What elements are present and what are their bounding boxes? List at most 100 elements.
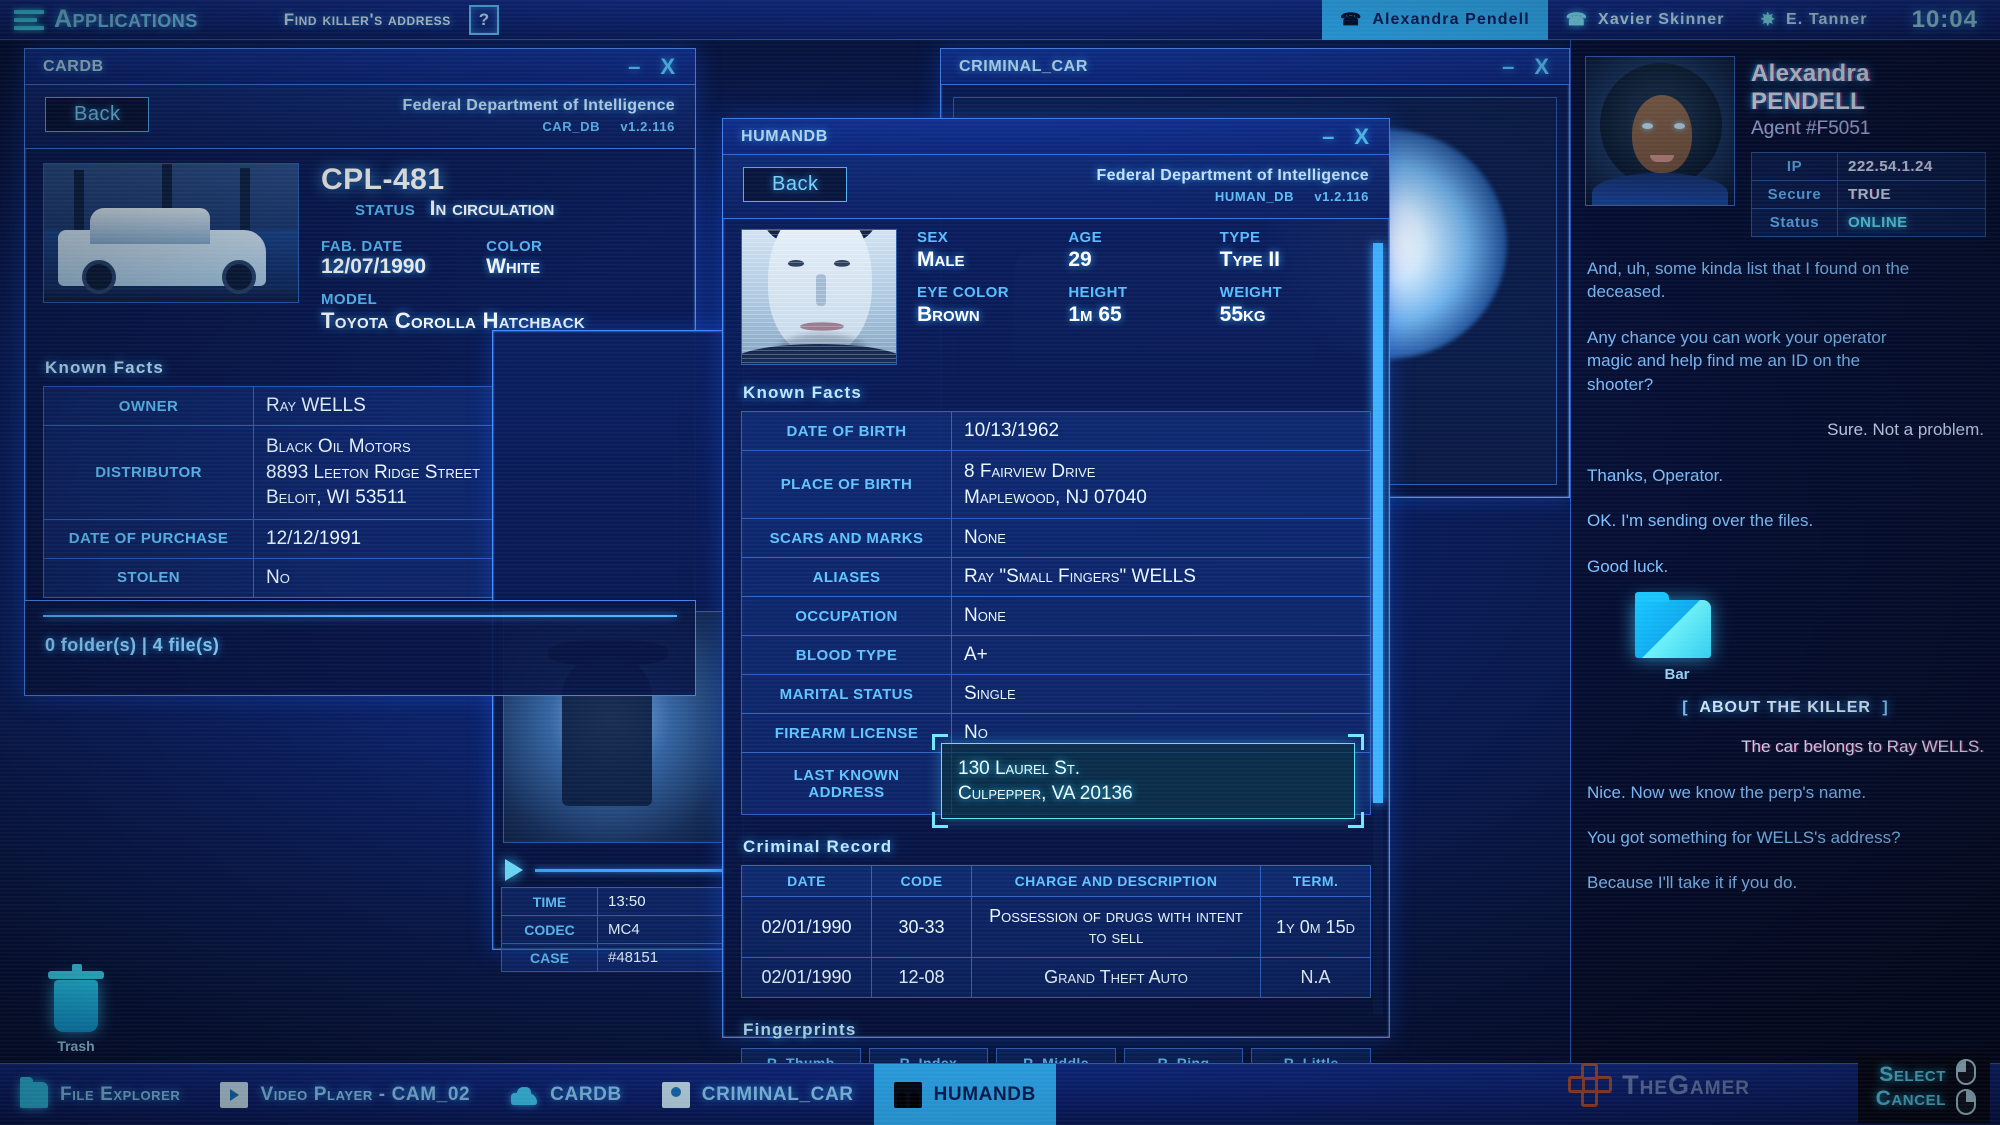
taskbar-item-criminal-car[interactable]: CRIMINAL_CAR [642, 1064, 874, 1125]
attachment-label: Bar [1664, 666, 1690, 684]
status-block: Status In circulation [355, 197, 554, 221]
fact-key: Date of birth [741, 411, 952, 451]
record-code: 30-33 [871, 896, 972, 959]
watermark-text: TheGamer [1622, 1069, 1750, 1100]
play-icon[interactable] [505, 859, 523, 881]
address-line-2: Culpepper, VA 20136 [958, 783, 1133, 805]
avatar-mouth [1650, 155, 1674, 162]
fact-key: Occupation [741, 596, 952, 637]
minimize-button[interactable]: – [1502, 55, 1514, 78]
taskbar-item-file-explorer[interactable]: File Explorer [0, 1064, 200, 1125]
plate-number: CPL-481 [321, 163, 445, 196]
window-titlebar[interactable]: CARDB – X [25, 49, 695, 85]
window-titlebar[interactable]: HUMANDB – X [723, 119, 1389, 155]
org-name: Federal Department of Intelligence [1096, 167, 1369, 184]
taskbar-item-label: File Explorer [60, 1083, 181, 1105]
highlight-corner [932, 812, 948, 829]
menu-icon[interactable] [14, 9, 44, 30]
help-button[interactable]: ? [468, 4, 499, 35]
table-row: Blood type A+ [741, 635, 1371, 676]
record-charge: Possession of drugs with intent to sell [971, 896, 1261, 959]
car-date-color: Fab. date 12/07/1990 Color White [321, 238, 677, 279]
fact-value: 8 Fairview Drive Maplewood, NJ 07040 [951, 449, 1371, 520]
humandb-window[interactable]: HUMANDB – X Back Federal Department of I… [722, 118, 1390, 1079]
trash-label: Trash [57, 1038, 95, 1054]
taskbar-item-video-player[interactable]: Video Player - CAM_02 [200, 1064, 490, 1125]
table-header-row: Date Code Charge and description Term. [741, 865, 1371, 898]
car-meta: CPL-481 Status In circulation Fab. date … [321, 163, 677, 334]
back-button[interactable]: Back [45, 97, 150, 132]
taskbar-item-cardb[interactable]: CARDB [490, 1064, 642, 1125]
select-prompt-label: Select [1879, 1063, 1946, 1087]
input-prompts: Select Cancel [1857, 1053, 1990, 1123]
contact-xavier-skinner[interactable]: ☎ Xavier Skinner [1548, 0, 1743, 40]
top-bar: Applications Find killer's address ? ☎ A… [0, 0, 2000, 40]
chat-message: You got something for WELLS's address? [1587, 827, 1901, 847]
last-known-address-highlight[interactable]: 130 Laurel St. Culpepper, VA 20136 [932, 734, 1364, 829]
fact-key: Last known address [741, 752, 952, 816]
table-row: Marital status Single [741, 674, 1371, 715]
communications-sidebar: Alexandra PENDELL Agent #F5051 IP 222.54… [1570, 40, 2000, 1063]
stat-key: Secure [1751, 180, 1838, 209]
org-name: Federal Department of Intelligence [402, 97, 675, 114]
close-button[interactable]: X [1354, 125, 1369, 148]
car-summary: CPL-481 Status In circulation Fab. date … [43, 149, 677, 344]
video-progress-bar[interactable] [535, 868, 731, 872]
db-version: v1.2.116 [1314, 189, 1369, 204]
column-header: Date [741, 865, 872, 898]
mouse-left-click-icon [1956, 1059, 1976, 1085]
chat-attachment-bar[interactable]: Bar [1635, 592, 1719, 684]
mugshot-scanlines [742, 230, 896, 364]
contact-label: Alexandra Pendell [1372, 10, 1530, 28]
fact-key: Place of birth [741, 449, 952, 520]
db-version: v1.2.116 [620, 119, 675, 134]
window-titlebar[interactable]: CRIMINAL_CAR – X [941, 49, 1569, 85]
video-controls[interactable] [505, 859, 731, 881]
taskbar-item-label: HUMANDB [933, 1083, 1036, 1105]
highlight-corner [1348, 812, 1364, 829]
record-code: 12-08 [871, 957, 972, 999]
taskbar-item-humandb[interactable]: HUMANDB [873, 1063, 1056, 1125]
color-block: Color White [486, 238, 542, 279]
applications-menu-label[interactable]: Applications [54, 5, 198, 34]
badge-icon: ✸ [1760, 9, 1776, 29]
criminal-record-title: Criminal Record [743, 837, 893, 857]
address-line-1: 130 Laurel St. [958, 758, 1081, 779]
contacts-list: ☎ Alexandra Pendell ☎ Xavier Skinner ✸ E… [1322, 0, 2000, 40]
file-explorer-window[interactable]: 0 folder(s) | 4 file(s) [24, 600, 696, 696]
photo-ground [44, 284, 298, 302]
fact-key: Blood type [741, 635, 952, 676]
agent-status-table: IP 222.54.1.24 Secure TRUE Status ONLINE [1751, 152, 1986, 237]
person-attributes: Sex Male Eye color Brown Age 29 Height 1… [917, 229, 1371, 365]
chat-topic-divider: [ ABOUT THE KILLER ] [1587, 699, 1984, 717]
close-button[interactable]: X [660, 55, 675, 78]
car-photo [43, 163, 299, 303]
mouse-hints [1956, 1059, 1976, 1115]
back-button[interactable]: Back [743, 167, 848, 202]
minimize-button[interactable]: – [1322, 125, 1334, 148]
close-button[interactable]: X [1534, 55, 1549, 78]
column-header: Term. [1260, 865, 1371, 898]
watermark: TheGamer [1568, 1063, 1750, 1107]
fact-value: None [951, 596, 1371, 637]
contact-e-tanner[interactable]: ✸ E. Tanner [1743, 0, 1886, 40]
humandb-known-facts-title: Known Facts [743, 383, 862, 402]
video-icon [220, 1081, 249, 1108]
trash-desktop-icon[interactable]: Trash [36, 964, 116, 1054]
row-value: MC4 [597, 915, 737, 944]
contact-alexandra-pendell[interactable]: ☎ Alexandra Pendell [1322, 0, 1548, 40]
criminal-record-table: Date Code Charge and description Term. 0… [741, 865, 1371, 999]
chat-message: The car belongs to Ray WELLS. [1741, 737, 1984, 757]
window-title: HUMANDB [741, 127, 828, 145]
type-value: Type II [1219, 248, 1281, 271]
org-db-line: HUMAN_DB v1.2.116 [1097, 189, 1369, 204]
org-block: Federal Department of Intelligence CAR_D… [403, 97, 675, 134]
stat-value: TRUE [1837, 180, 1986, 209]
minimize-button[interactable]: – [628, 55, 640, 78]
fab-date-value: 12/07/1990 [321, 255, 427, 278]
fact-key: Aliases [741, 557, 952, 598]
cardb-header: Back Federal Department of Intelligence … [25, 85, 695, 149]
sex-column: Sex Male Eye color Brown [917, 229, 1068, 365]
org-block: Federal Department of Intelligence HUMAN… [1097, 167, 1369, 204]
avatar-torso [1592, 173, 1728, 205]
